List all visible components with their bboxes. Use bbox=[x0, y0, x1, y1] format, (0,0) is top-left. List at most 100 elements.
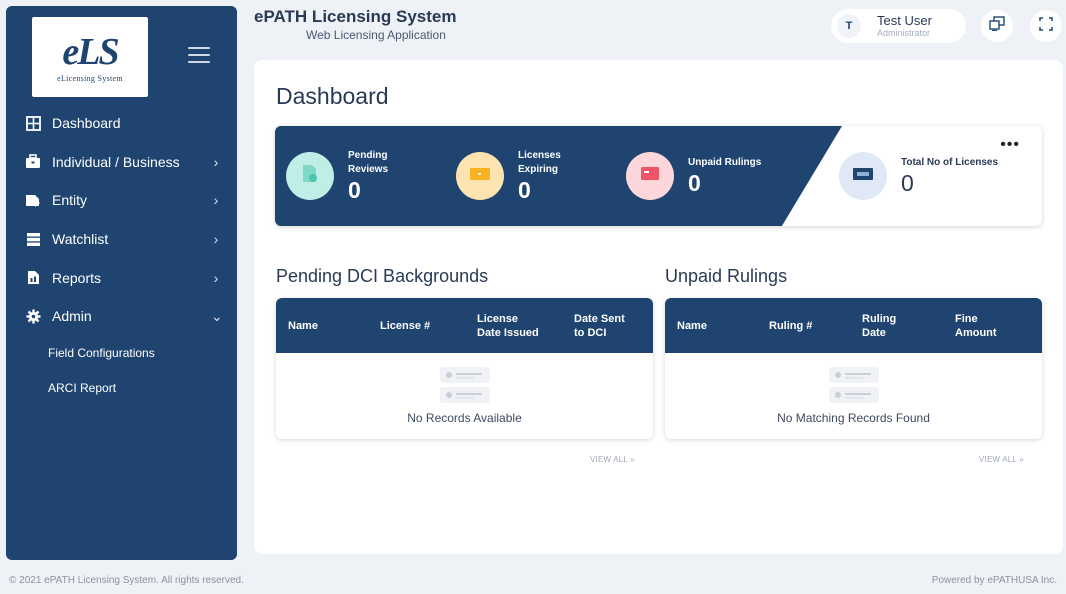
page-title: Dashboard bbox=[276, 83, 389, 109]
empty-state: No Matching Records Found bbox=[665, 353, 1042, 439]
column-header-line: Date Sent bbox=[574, 312, 625, 325]
column-header-line: Amount bbox=[955, 326, 997, 339]
stat-text: Unpaid Rulings 0 bbox=[688, 156, 761, 196]
avatar: T bbox=[837, 14, 861, 38]
column-header-date-sent[interactable]: Date Sent to DCI bbox=[574, 312, 644, 340]
empty-records-icon bbox=[439, 365, 490, 405]
stat-circle bbox=[286, 152, 334, 200]
menu-toggle-icon[interactable] bbox=[188, 47, 210, 63]
column-header-name[interactable]: Name bbox=[288, 319, 380, 333]
empty-message: No Matching Records Found bbox=[777, 411, 930, 425]
stat-label: Total No of Licenses bbox=[901, 157, 999, 168]
stat-label: Reviews bbox=[348, 164, 389, 175]
sidebar-item-label: Reports bbox=[52, 269, 102, 286]
column-header-name[interactable]: Name bbox=[677, 319, 769, 333]
document-icon bbox=[300, 163, 320, 190]
logo[interactable]: eLS eLicensing System bbox=[32, 17, 148, 97]
column-header-license-date[interactable]: License Date Issued bbox=[477, 312, 574, 340]
column-header-line: License # bbox=[380, 319, 431, 332]
user-role: Administrator bbox=[877, 28, 931, 38]
sidebar-item-individual-business[interactable]: Individual / Business › bbox=[6, 143, 237, 182]
fullscreen-icon bbox=[1039, 16, 1053, 36]
entity-icon bbox=[25, 192, 41, 208]
column-header-line: License bbox=[477, 312, 518, 325]
sidebar-subitem-field-configurations[interactable]: Field Configurations bbox=[6, 336, 237, 371]
empty-state: No Records Available bbox=[276, 353, 653, 439]
chevron-down-icon: ⌄ bbox=[211, 307, 223, 324]
stats-card: Pending Reviews 0 Licenses Expiring 0 Un… bbox=[275, 126, 1042, 226]
sidebar-subitem-arci-report[interactable]: ARCI Report bbox=[6, 371, 237, 406]
column-header-ruling-date[interactable]: Ruling Date bbox=[862, 312, 955, 340]
view-all-dci-link[interactable]: VIEW ALL » bbox=[590, 455, 635, 464]
footer-copyright: © 2021 ePATH Licensing System. All right… bbox=[9, 575, 244, 586]
column-header-line: Date bbox=[862, 326, 886, 339]
license-icon bbox=[852, 166, 874, 187]
view-all-rulings-link[interactable]: VIEW ALL » bbox=[979, 455, 1024, 464]
footer-powered-by: Powered by ePATHUSA Inc. bbox=[931, 575, 1057, 586]
stat-label: Pending bbox=[348, 150, 388, 161]
column-header-ruling[interactable]: Ruling # bbox=[769, 319, 862, 333]
card-icon bbox=[469, 166, 491, 187]
dashboard-icon bbox=[25, 115, 41, 131]
sidebar-item-dashboard[interactable]: Dashboard bbox=[6, 104, 237, 143]
main-panel: Dashboard Pending Reviews 0 Licenses Exp… bbox=[254, 60, 1063, 554]
empty-message: No Records Available bbox=[407, 411, 522, 425]
fullscreen-button[interactable] bbox=[1030, 10, 1062, 42]
sidebar-item-entity[interactable]: Entity › bbox=[6, 181, 237, 220]
stat-text: Pending Reviews 0 bbox=[348, 149, 388, 203]
column-header-line: Name bbox=[288, 319, 318, 332]
logo-mark: eLS bbox=[62, 30, 119, 73]
receipt-icon bbox=[639, 165, 661, 188]
sidebar-item-label: Dashboard bbox=[52, 115, 121, 132]
column-header-line: Fine bbox=[955, 312, 978, 325]
column-header-line: to DCI bbox=[574, 326, 607, 339]
chevron-right-icon: › bbox=[213, 231, 219, 248]
sidebar: eLS eLicensing System Dashboard Individu… bbox=[6, 6, 237, 560]
column-header-line: Ruling bbox=[862, 312, 897, 325]
sidebar-nav: Dashboard Individual / Business › Entity… bbox=[6, 104, 237, 406]
stat-text: Licenses Expiring 0 bbox=[518, 149, 561, 203]
stat-value: 0 bbox=[688, 170, 701, 196]
user-name: Test User bbox=[877, 13, 932, 28]
stat-total-licenses[interactable]: Total No of Licenses 0 bbox=[839, 126, 998, 226]
table-header: Name License # License Date Issued Date … bbox=[276, 298, 653, 353]
stat-label: Unpaid Rulings bbox=[688, 157, 762, 168]
chevron-right-icon: › bbox=[213, 153, 219, 170]
column-header-license[interactable]: License # bbox=[380, 319, 477, 333]
section-title-rulings: Unpaid Rulings bbox=[665, 266, 788, 286]
rulings-table: Name Ruling # Ruling Date Fine Amount No… bbox=[665, 298, 1042, 439]
column-header-line: Name bbox=[677, 319, 707, 332]
stat-pending-reviews[interactable]: Pending Reviews 0 bbox=[286, 126, 388, 226]
stat-text: Total No of Licenses 0 bbox=[901, 156, 998, 196]
table-header: Name Ruling # Ruling Date Fine Amount bbox=[665, 298, 1042, 353]
column-header-line: Date Issued bbox=[477, 326, 539, 339]
stat-circle bbox=[839, 152, 887, 200]
briefcase-icon bbox=[25, 154, 41, 170]
app-subtitle: Web Licensing Application bbox=[306, 28, 446, 42]
sidebar-item-reports[interactable]: Reports › bbox=[6, 258, 237, 297]
column-header-line: Ruling # bbox=[769, 319, 813, 332]
column-header-fine-amount[interactable]: Fine Amount bbox=[955, 312, 1025, 340]
sidebar-item-label: Admin bbox=[52, 308, 92, 325]
app-title: ePATH Licensing System bbox=[254, 7, 457, 26]
sidebar-item-watchlist[interactable]: Watchlist › bbox=[6, 220, 237, 259]
report-icon bbox=[25, 270, 41, 286]
sidebar-item-admin[interactable]: Admin ⌄ bbox=[6, 297, 237, 336]
section-title-dci: Pending DCI Backgrounds bbox=[276, 266, 489, 286]
sidebar-item-label: Individual / Business bbox=[52, 153, 180, 170]
stat-circle bbox=[626, 152, 674, 200]
stat-label: Expiring bbox=[518, 164, 559, 175]
stat-licenses-expiring[interactable]: Licenses Expiring 0 bbox=[456, 126, 561, 226]
more-options-button[interactable]: ••• bbox=[1000, 137, 1020, 153]
stat-unpaid-rulings[interactable]: Unpaid Rulings 0 bbox=[626, 126, 761, 226]
gear-icon bbox=[25, 308, 41, 324]
empty-records-icon bbox=[828, 365, 879, 405]
chevron-right-icon: › bbox=[213, 269, 219, 286]
user-menu[interactable]: T Test User Administrator bbox=[831, 9, 966, 43]
user-info: Test User Administrator bbox=[877, 13, 932, 39]
stat-circle bbox=[456, 152, 504, 200]
windows-button[interactable] bbox=[981, 10, 1013, 42]
stat-label: Licenses bbox=[518, 150, 561, 161]
windows-icon bbox=[989, 16, 1005, 36]
sidebar-item-label: Watchlist bbox=[52, 231, 109, 248]
